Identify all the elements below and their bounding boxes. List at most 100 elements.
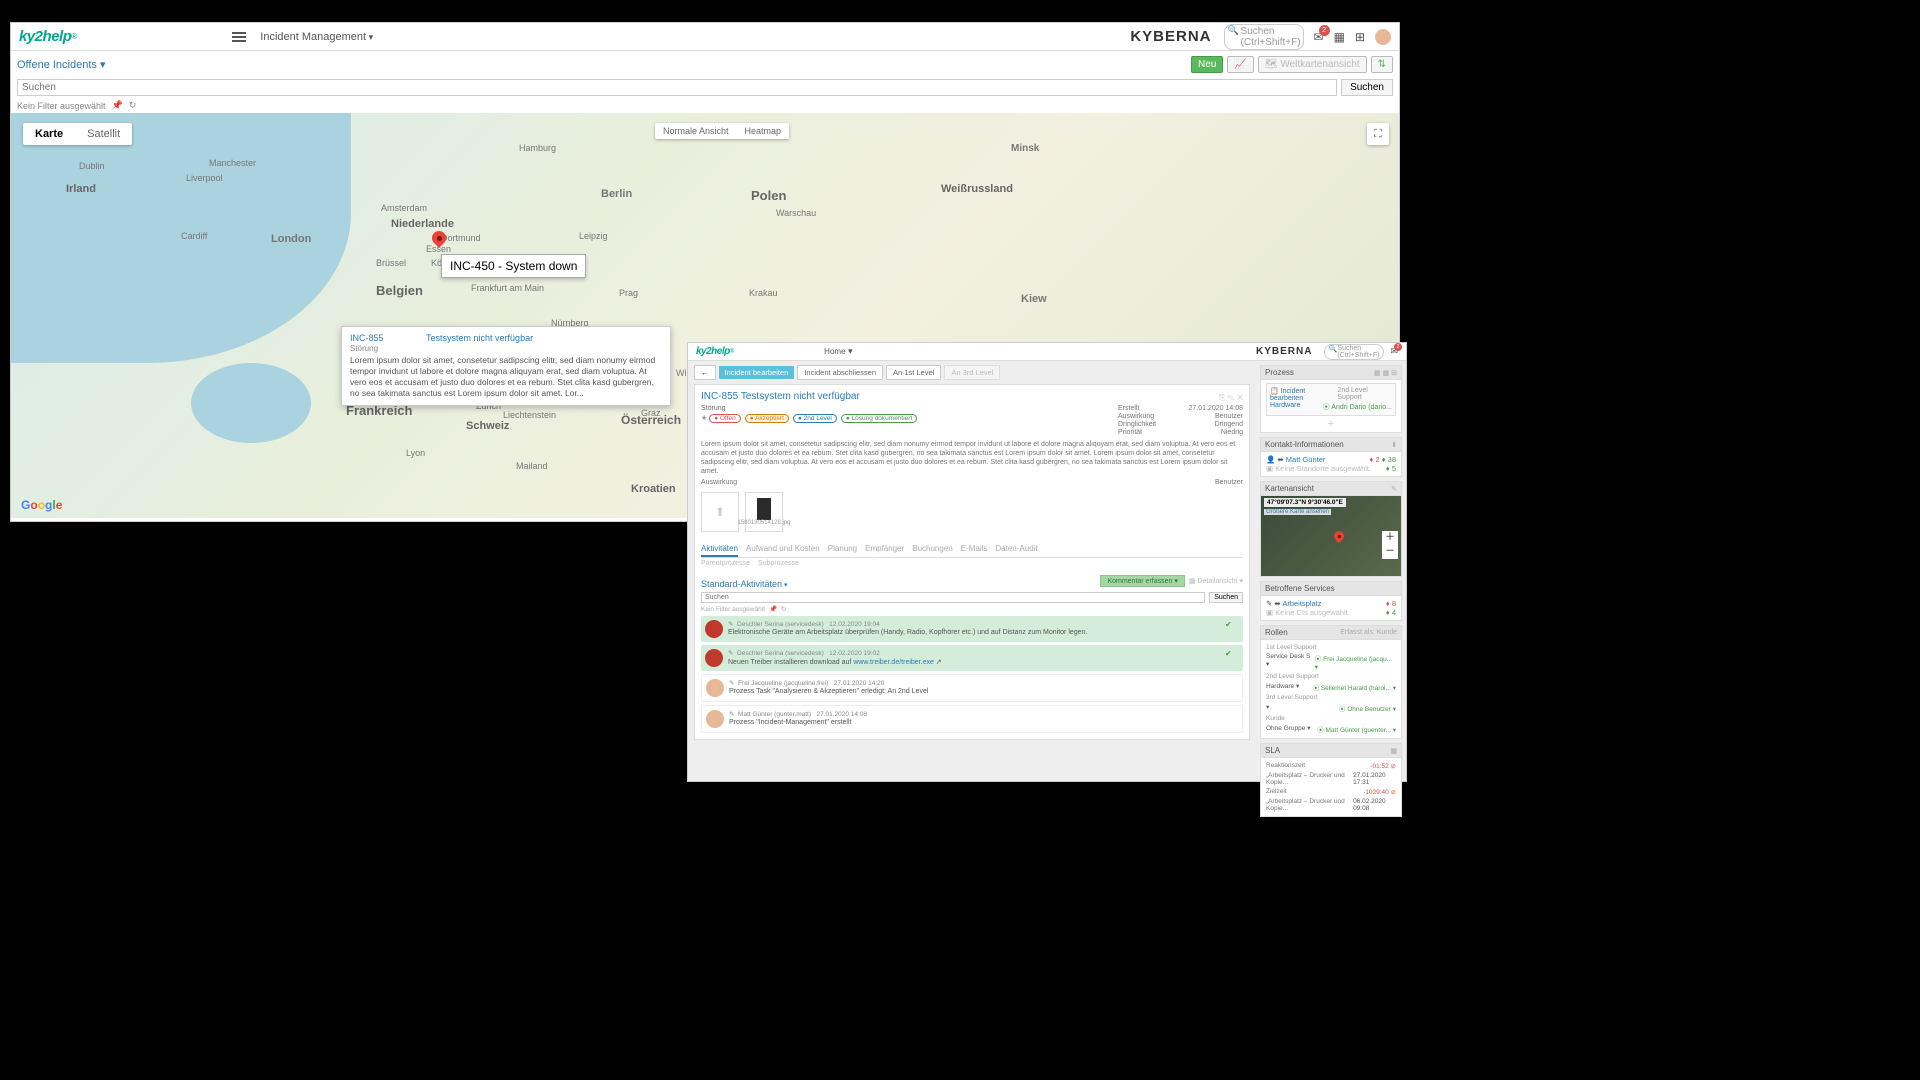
popup-body: Lorem ipsum dolor sit amet, consetetur s… [350,355,662,399]
label-schweiz: Schweiz [466,420,509,432]
activity-search-button[interactable]: Suchen [1209,592,1243,603]
tag-akzeptiert: ● Akzeptiert [745,414,789,423]
tab-aufwand[interactable]: Aufwand und Kosten [746,542,820,557]
tag-offen: ● Offen [709,414,741,423]
map-tab-satellit[interactable]: Satellit [75,123,132,145]
incident-type: Störung [701,405,1112,412]
apps-icon[interactable]: ⊞ [1355,30,1365,44]
module-dropdown[interactable]: Incident Management [260,31,373,43]
sla-panel: SLA▦ Reaktionszeit-01:52 ⊘„Arbeitsplatz … [1260,743,1402,817]
karte-panel: Kartenansicht✎ 47°09'07.3"N 9°30'46.0"E … [1260,481,1402,577]
city-cardiff: Cardiff [181,231,207,241]
tab-planung[interactable]: Planung [828,542,857,557]
map-pin[interactable] [431,231,447,253]
popup-title[interactable]: Testsystem nicht verfügbar [426,333,533,343]
level1-button[interactable]: An 1st Level [886,365,941,380]
user-avatar[interactable] [1375,29,1391,45]
side-area: Prozess▦ ▦ ⊞ 📋 Incident bearbeiten2nd Le… [1256,361,1406,781]
map-popup[interactable]: INC-855 Testsystem nicht verfügbar Störu… [341,326,671,406]
global-search-2[interactable]: Suchen (Ctrl+Shift+F) [1324,344,1384,360]
mini-map[interactable]: 47°09'07.3"N 9°30'46.0"E Größere Karte a… [1261,496,1401,576]
back-button[interactable]: ← [694,365,716,380]
fullscreen-icon[interactable]: ⛶ [1367,123,1389,145]
city-graz: Graz [641,408,661,418]
close-incident-button[interactable]: Incident abschliessen [797,365,883,380]
main-area: ← Incident bearbeiten Incident abschlies… [688,361,1256,781]
incident-panel: INC-855 Testsystem nicht verfügbar ⎘ ✎ ✕… [694,384,1250,740]
activity-item[interactable]: ✎ Matt Günter (gunter.matt) 27.01.2020 1… [701,705,1243,733]
map-type-switch[interactable]: Karte Satellit [23,123,132,145]
level3-button[interactable]: An 3rd Level [944,365,1000,380]
mail-icon[interactable]: ✉2 [1314,30,1324,44]
tab-audit[interactable]: Daten-Audit [995,542,1037,557]
sort-icon[interactable]: ⇅ [1371,56,1393,73]
search-button[interactable]: Suchen [1341,79,1393,96]
city-minsk: Minsk [1011,143,1039,154]
label-weissrussland: Weißrussland [941,183,1013,195]
app-logo[interactable]: ky2help [19,28,71,45]
attachment-thumb[interactable]: 1580130514128.jpg [745,492,783,532]
pin-icon[interactable]: 📌 [769,605,777,613]
detail-toggle[interactable]: ▦ Detailansicht ▾ [1189,577,1243,585]
upload-button[interactable]: ⬆ [701,492,739,532]
refresh-icon[interactable]: ↻ [781,605,786,613]
menu-icon[interactable] [232,30,246,44]
tab-buchungen[interactable]: Buchungen [912,542,952,557]
mail-icon-2[interactable]: ✉2 [1390,346,1398,357]
news-icon[interactable]: ▦ [1334,30,1345,44]
tab-aktivitaeten[interactable]: Aktivitäten [701,542,738,557]
view-bar: Offene Incidents ▾ Neu 📈 🗺 Weltkartenans… [11,51,1399,77]
edit-button[interactable]: Incident bearbeiten [719,366,795,379]
app-logo-2[interactable]: ky2help [696,346,730,357]
search-input[interactable] [17,79,1337,96]
popup-id[interactable]: INC-855 [350,333,384,343]
city-frankfurt: Frankfurt am Main [471,283,544,293]
refresh-icon[interactable]: ↻ [129,100,137,111]
city-krakau: Krakau [749,288,778,298]
city-berlin: Berlin [601,188,632,200]
view-normal[interactable]: Normale Ansicht [655,123,737,139]
activity-item[interactable]: ✎ Deschler Serina (servicedesk) 12.02.20… [701,645,1243,671]
kommentar-button[interactable]: Kommentar erfassen ▾ [1100,575,1184,587]
view-type-switch[interactable]: Normale Ansicht Heatmap [655,123,789,139]
zoom-controls[interactable]: ＋－ [1382,531,1398,559]
notif-badge: 2 [1319,25,1330,36]
map-tab-karte[interactable]: Karte [23,123,75,145]
new-button[interactable]: Neu [1191,56,1223,73]
view-heatmap[interactable]: Heatmap [737,123,790,139]
activity-item[interactable]: ✎ Deschler Serina (servicedesk) 12.02.20… [701,616,1243,642]
city-liechtenstein: Liechtenstein [503,410,556,420]
brand-logo: KYBERNA [1130,28,1211,45]
tag-2ndlevel: ● 2nd Level [793,414,837,423]
activity-search[interactable] [701,592,1205,603]
incident-description: Lorem ipsum dolor sit amet, consetetur s… [701,440,1243,476]
mini-map-pin[interactable] [1333,531,1344,546]
subtab-parent[interactable]: Parentprozesse [701,560,750,567]
avatar-icon [706,710,724,728]
city-dublin: Dublin [79,161,105,171]
chart-icon[interactable]: 📈 [1227,56,1253,73]
subtab-sub[interactable]: Subprozesse [758,560,799,567]
activity-item[interactable]: ✎ Frei Jacqueline (jacqueline.frei) 27.0… [701,674,1243,702]
action-bar: ← Incident bearbeiten Incident abschlies… [694,365,1250,380]
activities-dropdown[interactable]: Standard-Aktivitäten [701,579,788,589]
tag-dokumentiert: ● Lösung dokumentiert [841,414,917,423]
city-leipzig: Leipzig [579,231,608,241]
bigger-map-link[interactable]: Größere Karte ansehen [1264,509,1331,515]
tab-emails[interactable]: E-Mails [961,542,988,557]
map-tooltip[interactable]: INC-450 - System down [441,254,586,278]
label-belgien: Belgien [376,283,423,298]
view-title-dropdown[interactable]: Offene Incidents ▾ [17,58,105,71]
topbar-2: ky2help® Home KYBERNA Suchen (Ctrl+Shift… [688,343,1406,361]
prozess-panel: Prozess▦ ▦ ⊞ 📋 Incident bearbeiten2nd Le… [1260,365,1402,433]
popup-sub: Störung [350,344,378,353]
pin-icon[interactable]: 📌 [112,100,123,111]
topbar: ky2help ® Incident Management KYBERNA Su… [11,23,1399,51]
global-search[interactable]: Suchen (Ctrl+Shift+F) [1224,24,1304,50]
avatar-icon [705,620,723,638]
tab-empfaenger[interactable]: Empfänger [865,542,904,557]
services-panel: Betroffene Services ✎ ⬌ Arbeitsplatz♦ 8 … [1260,581,1402,621]
mapview-button[interactable]: 🗺 Weltkartenansicht [1258,56,1367,73]
home-dropdown[interactable]: Home [824,346,852,357]
incident-title: INC-855 Testsystem nicht verfügbar [701,391,860,402]
